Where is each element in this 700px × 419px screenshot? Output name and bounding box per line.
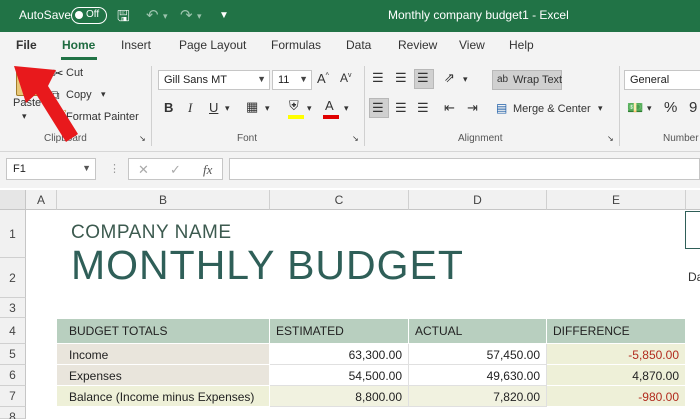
- annotation-arrow-icon: [14, 66, 78, 142]
